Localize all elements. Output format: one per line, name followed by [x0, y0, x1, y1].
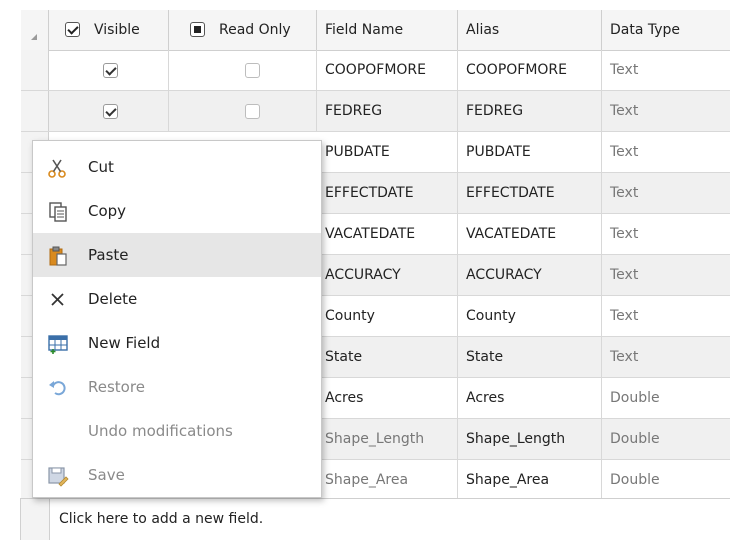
menu-item-delete[interactable]: Delete	[33, 277, 321, 321]
grid-header: Visible Read Only Field Name Alias Data …	[21, 10, 730, 51]
field-name-cell[interactable]: Shape_Area	[317, 460, 458, 500]
menu-item-save-label: Save	[88, 466, 125, 484]
data-type-cell[interactable]: Text	[602, 337, 730, 377]
header-visible-label: Visible	[94, 22, 140, 38]
alias-cell[interactable]: Shape_Length	[458, 419, 602, 459]
data-type-cell[interactable]: Text	[602, 173, 730, 213]
field-name-cell[interactable]: FEDREG	[317, 91, 458, 131]
visible-header-checkbox[interactable]	[65, 22, 80, 37]
data-type-cell[interactable]: Text	[602, 132, 730, 172]
header-field-name[interactable]: Field Name	[317, 10, 458, 50]
alias-cell[interactable]: Shape_Area	[458, 460, 602, 500]
menu-item-cut[interactable]: Cut	[33, 145, 321, 189]
scissors-icon	[48, 159, 66, 178]
field-name-cell[interactable]: Shape_Length	[317, 419, 458, 459]
field-name-cell[interactable]: Acres	[317, 378, 458, 418]
menu-item-paste-label: Paste	[88, 246, 129, 264]
menu-item-save[interactable]: Save	[33, 453, 321, 497]
table-row[interactable]: FEDREG FEDREG Text	[21, 91, 730, 132]
table-row[interactable]: COOPOFMORE COOPOFMORE Text	[21, 50, 730, 91]
visible-cell[interactable]	[49, 91, 169, 131]
alias-cell[interactable]: State	[458, 337, 602, 377]
header-alias[interactable]: Alias	[458, 10, 602, 50]
new-field-table-icon	[48, 335, 68, 354]
restore-undo-icon	[49, 381, 66, 396]
alias-cell[interactable]: FEDREG	[458, 91, 602, 131]
alias-cell[interactable]: ACCURACY	[458, 255, 602, 295]
data-type-cell[interactable]: Text	[602, 91, 730, 131]
copy-icon	[49, 202, 67, 222]
menu-item-copy[interactable]: Copy	[33, 189, 321, 233]
visible-cell[interactable]	[49, 50, 169, 90]
read-only-header-checkbox[interactable]	[190, 22, 205, 37]
read-only-checkbox[interactable]	[245, 104, 260, 119]
row-header	[21, 499, 50, 540]
data-type-cell[interactable]: Text	[602, 214, 730, 254]
save-disk-icon	[48, 467, 69, 487]
context-menu: Cut Copy Paste Delete New Field Restore …	[32, 140, 322, 498]
visible-checkbox[interactable]	[103, 63, 118, 78]
delete-x-icon	[51, 293, 64, 306]
menu-item-copy-label: Copy	[88, 202, 127, 220]
alias-cell[interactable]: EFFECTDATE	[458, 173, 602, 213]
data-type-cell[interactable]: Text	[602, 296, 730, 336]
menu-item-new-field[interactable]: New Field	[33, 321, 321, 365]
add-field-row[interactable]: Click here to add a new field.	[20, 498, 730, 540]
field-name-cell[interactable]: State	[317, 337, 458, 377]
read-only-cell[interactable]	[169, 50, 317, 90]
menu-item-undo-label: Undo modifications	[88, 422, 233, 440]
menu-item-restore[interactable]: Restore	[33, 365, 321, 409]
add-field-text[interactable]: Click here to add a new field.	[59, 499, 263, 540]
row-header[interactable]	[21, 50, 49, 90]
header-visible[interactable]: Visible	[49, 10, 169, 50]
alias-cell[interactable]: County	[458, 296, 602, 336]
menu-item-new-field-label: New Field	[88, 334, 161, 352]
row-header[interactable]	[21, 91, 49, 131]
field-name-cell[interactable]: ACCURACY	[317, 255, 458, 295]
data-type-cell[interactable]: Double	[602, 378, 730, 418]
field-name-cell[interactable]: EFFECTDATE	[317, 173, 458, 213]
visible-checkbox[interactable]	[103, 104, 118, 119]
read-only-cell[interactable]	[169, 91, 317, 131]
menu-item-restore-label: Restore	[88, 378, 145, 396]
paste-icon	[49, 246, 67, 266]
read-only-checkbox[interactable]	[245, 63, 260, 78]
select-all-triangle-icon	[31, 34, 37, 40]
alias-cell[interactable]: Acres	[458, 378, 602, 418]
field-name-cell[interactable]: COOPOFMORE	[317, 50, 458, 90]
alias-cell[interactable]: COOPOFMORE	[458, 50, 602, 90]
menu-item-cut-label: Cut	[88, 158, 114, 176]
header-read-only-label: Read Only	[219, 22, 291, 38]
data-type-cell[interactable]: Double	[602, 419, 730, 459]
data-type-cell[interactable]: Double	[602, 460, 730, 500]
header-read-only[interactable]: Read Only	[169, 10, 317, 50]
header-data-type[interactable]: Data Type	[602, 10, 730, 50]
field-name-cell[interactable]: County	[317, 296, 458, 336]
menu-item-undo-modifications[interactable]: Undo modifications	[33, 409, 321, 453]
data-type-cell[interactable]: Text	[602, 50, 730, 90]
header-corner[interactable]	[21, 10, 49, 50]
field-name-cell[interactable]: VACATEDATE	[317, 214, 458, 254]
alias-cell[interactable]: VACATEDATE	[458, 214, 602, 254]
field-name-cell[interactable]: PUBDATE	[317, 132, 458, 172]
alias-cell[interactable]: PUBDATE	[458, 132, 602, 172]
menu-item-delete-label: Delete	[88, 290, 138, 308]
menu-item-paste[interactable]: Paste	[33, 233, 321, 277]
data-type-cell[interactable]: Text	[602, 255, 730, 295]
